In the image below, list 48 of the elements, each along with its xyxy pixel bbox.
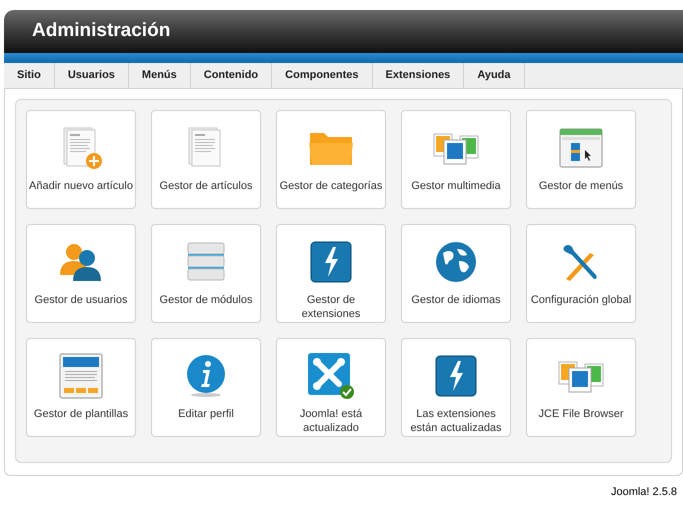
shortcut-tile[interactable]: Añadir nuevo artículo xyxy=(26,110,136,209)
tile-label: Gestor multimedia xyxy=(410,179,502,193)
shortcut-tile[interactable]: Gestor de menús xyxy=(526,110,636,209)
tile-label: Gestor de extensiones xyxy=(300,293,362,321)
shortcut-tile[interactable]: Las extensiones están actualizadas xyxy=(401,338,511,437)
shortcut-tile[interactable]: Editar perfil xyxy=(151,338,261,437)
menu-item[interactable]: Contenido xyxy=(190,63,272,88)
menu-item[interactable]: Menús xyxy=(128,63,191,88)
shortcut-tile[interactable]: Gestor de idiomas xyxy=(401,224,511,323)
stacked-modules-icon xyxy=(186,241,226,283)
tile-label: Gestor de usuarios xyxy=(34,293,128,307)
shortcut-tile[interactable]: Gestor de extensiones xyxy=(276,224,386,323)
lightning-bolt-icon xyxy=(310,241,352,283)
tile-label: Joomla! está actualizado xyxy=(298,407,364,435)
globe-icon xyxy=(435,241,477,283)
users-icon xyxy=(58,241,104,283)
browser-window-icon xyxy=(559,128,603,168)
tile-label: Añadir nuevo artículo xyxy=(28,179,134,193)
info-icon xyxy=(185,354,227,398)
shortcut-tile[interactable]: Configuración global xyxy=(526,224,636,323)
tile-label: Gestor de plantillas xyxy=(32,407,130,421)
tile-label: Gestor de idiomas xyxy=(410,293,502,307)
tile-label: Las extensiones están actualizadas xyxy=(409,407,503,435)
menu-item[interactable]: Extensiones xyxy=(372,63,464,88)
menu-item[interactable]: Usuarios xyxy=(54,63,129,88)
tile-label: Editar perfil xyxy=(177,407,235,421)
lightning-bolt-icon xyxy=(435,355,477,397)
shortcut-tile[interactable]: JCE File Browser xyxy=(526,338,636,437)
shortcut-tile[interactable]: Gestor de módulos xyxy=(151,224,261,323)
menu-item[interactable]: Componentes xyxy=(272,63,372,88)
template-layout-icon xyxy=(59,353,103,399)
page-title: Administración xyxy=(32,19,170,44)
shortcut-tile[interactable]: Gestor multimedia xyxy=(401,110,511,209)
shortcut-tile[interactable]: Gestor de usuarios xyxy=(26,224,136,323)
menu-item[interactable]: Ayuda xyxy=(464,63,525,88)
tile-label: Gestor de menús xyxy=(538,179,624,193)
tile-label: Gestor de módulos xyxy=(158,293,254,307)
joomla-logo-check-icon xyxy=(307,352,355,400)
shortcut-tile[interactable]: Joomla! está actualizado xyxy=(276,338,386,437)
tile-label: Gestor de artículos xyxy=(158,179,254,193)
menu-item[interactable]: Sitio xyxy=(4,63,55,88)
shortcut-tile[interactable]: Gestor de categorías xyxy=(276,110,386,209)
tile-label: Configuración global xyxy=(530,293,632,307)
shortcut-tile[interactable]: Gestor de artículos xyxy=(151,110,261,209)
shortcut-tile[interactable]: Gestor de plantillas xyxy=(26,338,136,437)
version-text: Joomla! 2.5.8 xyxy=(610,485,677,500)
tile-label: JCE File Browser xyxy=(538,407,624,421)
tile-label: Gestor de categorías xyxy=(278,179,384,193)
